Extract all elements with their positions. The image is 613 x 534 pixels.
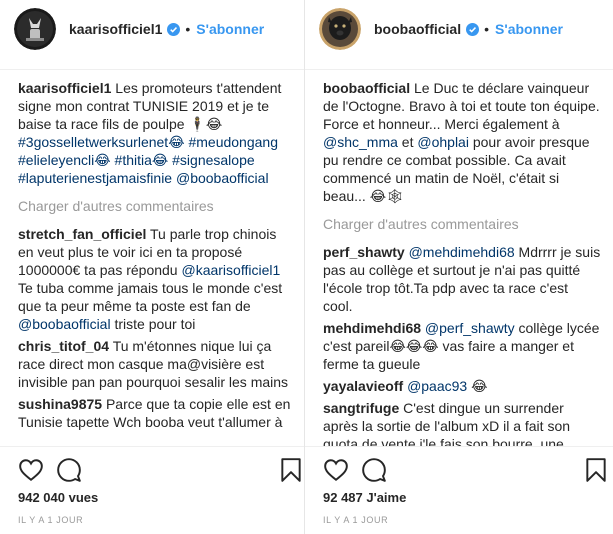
heart-icon[interactable] bbox=[323, 457, 349, 483]
comment-username[interactable]: perf_shawty bbox=[323, 244, 405, 260]
hashtag[interactable]: #3gosselletwerksurlenet😂 bbox=[18, 134, 185, 150]
caption-text: et bbox=[401, 134, 414, 150]
mention-link[interactable]: @boobaofficial bbox=[18, 316, 111, 332]
mention-link[interactable]: @shc_mma bbox=[323, 134, 398, 150]
comment-item: yayalavieoff @paac93 😂 bbox=[323, 377, 601, 395]
comment-username[interactable]: yayalavieoff bbox=[323, 378, 403, 394]
comment-username[interactable]: sushina9875 bbox=[18, 396, 102, 412]
follow-button[interactable]: S'abonner bbox=[196, 21, 264, 37]
caption-username[interactable]: boobaofficial bbox=[323, 80, 410, 96]
caption: kaarisofficiel1 Les promoteurs t'attende… bbox=[18, 79, 292, 187]
post-timestamp: IL Y A 1 JOUR bbox=[18, 515, 84, 525]
comment-item: sushina9875 Parce que ta copie elle est … bbox=[18, 395, 292, 431]
comment-text: triste pour toi bbox=[114, 316, 196, 332]
comment-item: perf_shawty @mehdimehdi68 Mdrrrr je suis… bbox=[323, 243, 601, 315]
caption: boobaofficial Le Duc te déclare vainqueu… bbox=[323, 79, 601, 205]
comment-item: chris_titof_04 Tu m'étonnes nique lui ça… bbox=[18, 337, 292, 391]
follow-button[interactable]: S'abonner bbox=[495, 21, 563, 37]
heart-icon[interactable] bbox=[18, 457, 44, 483]
mention-link[interactable]: @boobaofficial bbox=[176, 170, 269, 186]
avatar[interactable] bbox=[319, 8, 361, 50]
comment-icon[interactable] bbox=[56, 457, 82, 483]
comment-item: mehdimehdi68 @perf_shawty collège lycée … bbox=[323, 319, 601, 373]
verified-badge-icon bbox=[167, 22, 181, 36]
avatar[interactable] bbox=[14, 8, 56, 50]
post-panel-booba: boobaofficial • S'abonner boobaofficial … bbox=[305, 0, 613, 534]
mention-link[interactable]: @paac93 bbox=[407, 378, 467, 394]
header-divider bbox=[0, 69, 304, 70]
hashtag[interactable]: #laputerienestjamaisfinie bbox=[18, 170, 172, 186]
comment-username[interactable]: sangtrifuge bbox=[323, 400, 399, 416]
post-username[interactable]: boobaofficial bbox=[374, 21, 461, 37]
comment-text: 😂 bbox=[471, 378, 488, 394]
action-bar bbox=[305, 446, 613, 490]
action-bar bbox=[0, 446, 304, 490]
comment-item: sangtrifuge C'est dingue un surrender ap… bbox=[323, 399, 601, 453]
post-timestamp: IL Y A 1 JOUR bbox=[323, 515, 389, 525]
hashtag[interactable]: #elieleyencli😂 bbox=[18, 152, 111, 168]
view-count[interactable]: 942 040 vues bbox=[18, 490, 98, 505]
bookmark-icon[interactable] bbox=[280, 457, 302, 483]
comment-item: stretch_fan_officiel Tu parle trop chino… bbox=[18, 225, 292, 333]
hashtag[interactable]: #thitia😂 bbox=[115, 152, 169, 168]
header-divider bbox=[305, 69, 613, 70]
comment-username[interactable]: chris_titof_04 bbox=[18, 338, 109, 354]
comments-list: boobaofficial Le Duc te déclare vainqueu… bbox=[323, 79, 601, 457]
like-count[interactable]: 92 487 J'aime bbox=[323, 490, 406, 505]
comment-text: Te tuba comme jamais tous le monde c'est… bbox=[18, 280, 283, 314]
bookmark-icon[interactable] bbox=[585, 457, 607, 483]
mention-link[interactable]: @mehdimehdi68 bbox=[409, 244, 515, 260]
load-more-comments-button[interactable]: Charger d'autres commentaires bbox=[18, 197, 292, 215]
separator-dot: • bbox=[484, 21, 490, 37]
comment-icon[interactable] bbox=[361, 457, 387, 483]
mention-link[interactable]: @perf_shawty bbox=[425, 320, 515, 336]
post-header: kaarisofficiel1 • S'abonner bbox=[0, 0, 304, 58]
caption-username[interactable]: kaarisofficiel1 bbox=[18, 80, 111, 96]
post-username[interactable]: kaarisofficiel1 bbox=[69, 21, 162, 37]
post-panel-kaaris: kaarisofficiel1 • S'abonner kaarisoffici… bbox=[0, 0, 304, 534]
post-header: boobaofficial • S'abonner bbox=[305, 0, 613, 58]
mention-link[interactable]: @ohplai bbox=[417, 134, 469, 150]
hashtag[interactable]: #signesalope bbox=[172, 152, 255, 168]
hashtag[interactable]: #meudongang bbox=[188, 134, 278, 150]
comments-list: kaarisofficiel1 Les promoteurs t'attende… bbox=[18, 79, 292, 435]
comment-username[interactable]: mehdimehdi68 bbox=[323, 320, 421, 336]
mention-link[interactable]: @kaarisofficiel1 bbox=[181, 262, 280, 278]
verified-badge-icon bbox=[466, 22, 480, 36]
load-more-comments-button[interactable]: Charger d'autres commentaires bbox=[323, 215, 601, 233]
separator-dot: • bbox=[185, 21, 191, 37]
comment-username[interactable]: stretch_fan_officiel bbox=[18, 226, 146, 242]
